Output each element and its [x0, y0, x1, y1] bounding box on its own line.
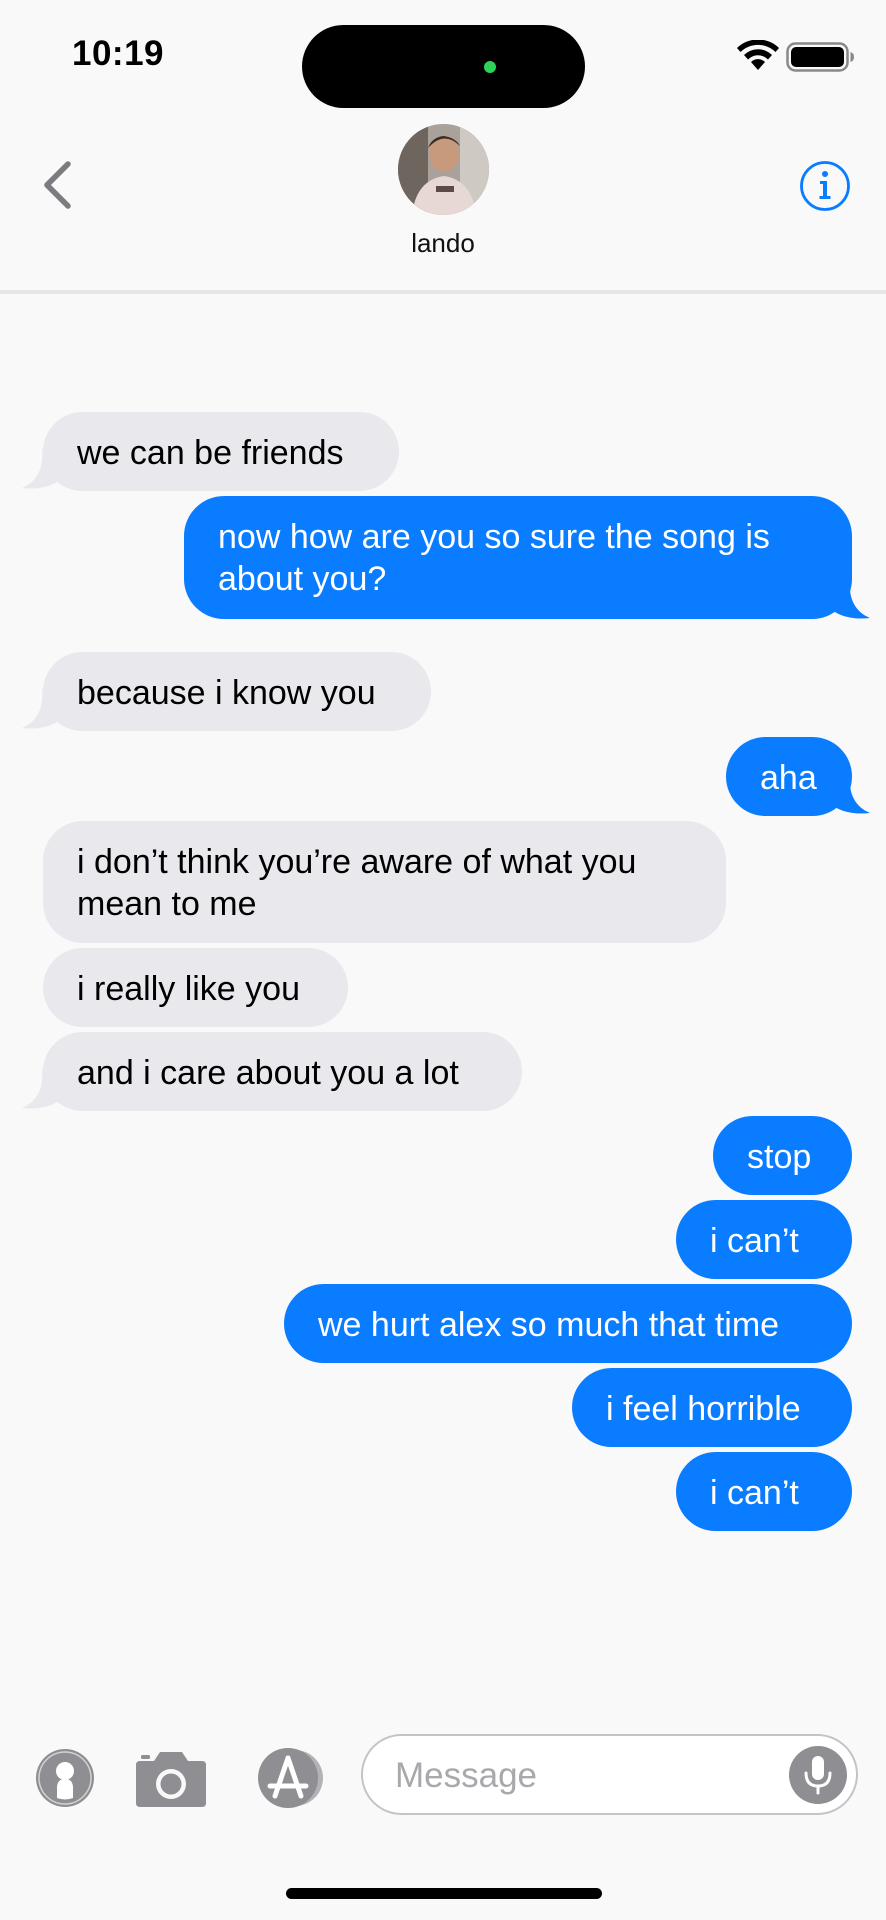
message-bubble-outgoing[interactable]: i can’t: [676, 1452, 852, 1531]
battery-icon: [786, 42, 854, 72]
message-bubble-incoming[interactable]: and i care about you a lot: [43, 1032, 522, 1111]
message-bubble-incoming[interactable]: because i know you: [43, 652, 431, 731]
message-bubble-outgoing[interactable]: i feel horrible: [572, 1368, 852, 1447]
app-store-icon[interactable]: [251, 1748, 331, 1808]
back-chevron-icon[interactable]: [38, 160, 78, 210]
home-indicator[interactable]: [286, 1888, 602, 1899]
message-bubble-outgoing[interactable]: we hurt alex so much that time: [284, 1284, 852, 1363]
message-bubble-incoming[interactable]: i really like you: [43, 948, 348, 1027]
dynamic-island: [302, 25, 585, 108]
camera-icon[interactable]: [134, 1749, 208, 1809]
status-time: 10:19: [72, 34, 165, 73]
info-icon[interactable]: [799, 160, 851, 212]
message-input-field[interactable]: [361, 1734, 858, 1815]
message-bubble-incoming[interactable]: we can be friends: [43, 412, 399, 491]
wifi-icon: [737, 40, 779, 70]
message-bubble-outgoing[interactable]: now how are you so sure the song is abou…: [184, 496, 852, 619]
contact-name[interactable]: lando: [0, 228, 886, 259]
message-bubble-incoming[interactable]: i don’t think you’re aware of what you m…: [43, 821, 726, 943]
contact-icon[interactable]: [35, 1748, 95, 1808]
message-bubble-outgoing[interactable]: aha: [726, 737, 852, 816]
header-divider: [0, 290, 886, 294]
message-bubble-outgoing[interactable]: i can’t: [676, 1200, 852, 1279]
message-bubble-outgoing[interactable]: stop: [713, 1116, 852, 1195]
camera-indicator-dot: [484, 61, 496, 73]
avatar-photo: [398, 124, 489, 215]
microphone-icon[interactable]: [788, 1745, 848, 1805]
message-input[interactable]: [393, 1750, 777, 1802]
contact-avatar[interactable]: [398, 124, 489, 215]
